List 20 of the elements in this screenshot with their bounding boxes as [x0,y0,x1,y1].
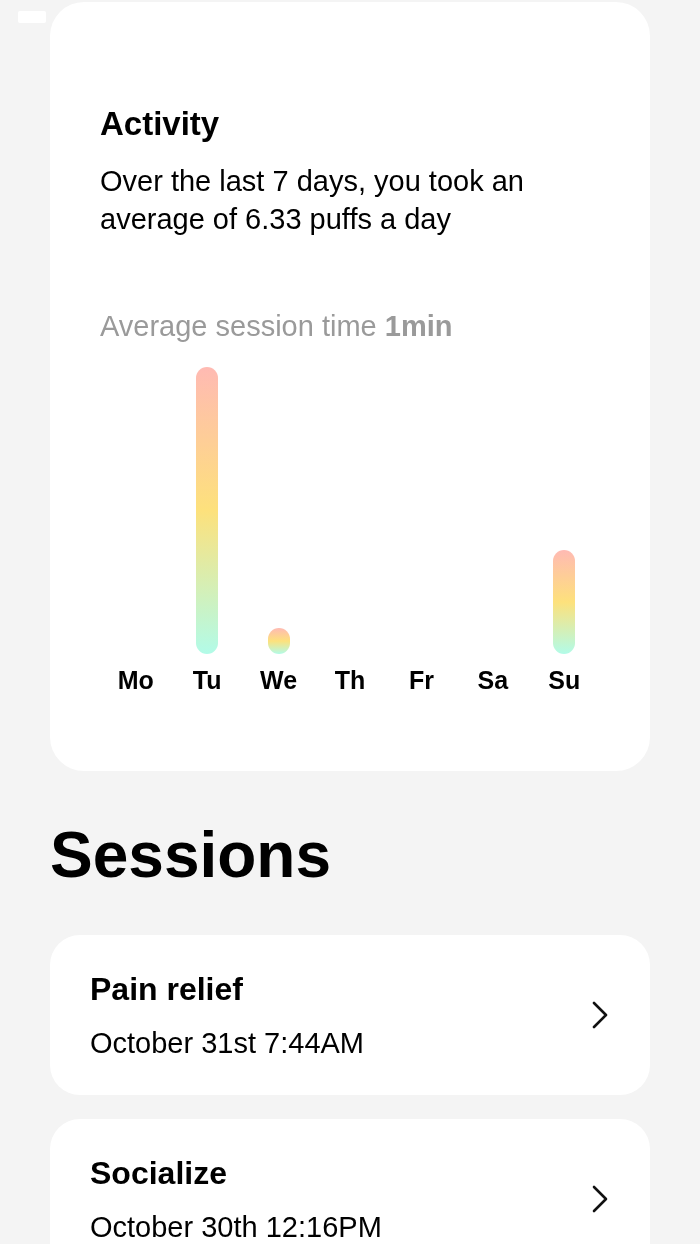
activity-summary: Over the last 7 days, you took an average of 6.33 puffs a day [100,164,525,237]
day-label: Su [548,666,581,695]
day-label: Tu [192,666,222,695]
session-time: October 30th 12:16PM [90,1210,383,1244]
activity-title: Activity [100,104,221,144]
day-label: Mo [117,666,154,695]
chevron-right-icon [590,1000,610,1030]
activity-bar [267,628,290,654]
chevron-right-icon [590,1184,610,1214]
day-label: We [260,666,298,695]
session-name: Socialize [90,1154,228,1193]
session-card[interactable]: Pain relief October 31st 7:44AM [50,935,650,1095]
day-label: Th [334,666,366,695]
sessions-heading: Sessions [50,818,333,893]
session-card[interactable]: Socialize October 30th 12:16PM [50,1119,650,1244]
session-time: October 31st 7:44AM [90,1026,366,1061]
day-label: Fr [408,666,434,695]
session-name: Pain relief [90,970,244,1009]
day-label: Sa [477,666,509,695]
session-time-text: Average session time 1min [100,309,454,344]
